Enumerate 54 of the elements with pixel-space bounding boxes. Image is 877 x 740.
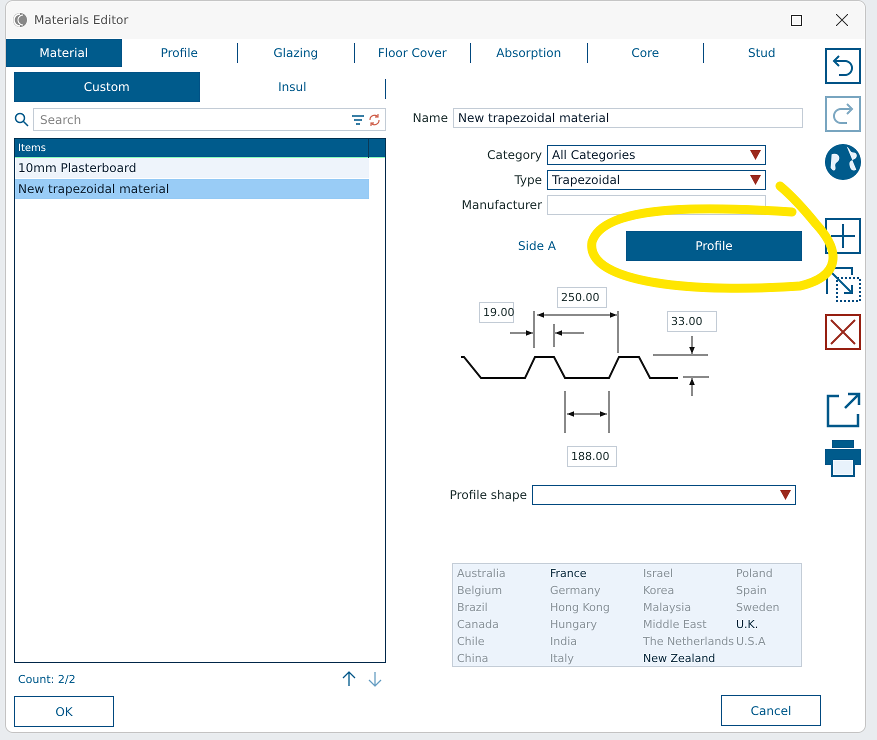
list-item[interactable]: New trapezoidal material: [15, 179, 369, 200]
dimension-field[interactable]: 19.00: [479, 302, 514, 323]
cancel-button[interactable]: Cancel: [721, 695, 821, 726]
toolbar-button[interactable]: [824, 391, 862, 429]
redo-icon: [825, 96, 861, 132]
field-label: Manufacturer: [460, 198, 543, 212]
toolbar-button[interactable]: [824, 265, 862, 303]
search-field[interactable]: Search: [33, 108, 386, 131]
refresh-icon[interactable]: [368, 114, 381, 126]
search-icon: [14, 112, 29, 127]
dimension-field[interactable]: 188.00: [567, 446, 617, 467]
type-dropdown[interactable]: Trapezoidal: [547, 170, 766, 190]
field-label: Profile shape: [448, 488, 528, 502]
country-option[interactable]: U.K.: [736, 616, 797, 633]
resize-icon: [824, 265, 862, 303]
external-link-icon: [825, 392, 861, 428]
field-label: Category: [486, 148, 543, 162]
move-down-icon[interactable]: [368, 671, 382, 687]
filter-icon[interactable]: [352, 114, 364, 124]
window-title: Materials Editor: [34, 13, 130, 27]
dropdown-caret-icon: [780, 490, 791, 500]
toolbar-button[interactable]: [824, 439, 862, 477]
field-label: Type: [513, 173, 543, 187]
side-label: Side A: [517, 239, 556, 253]
ok-button[interactable]: OK: [14, 696, 114, 727]
dimension-field[interactable]: 33.00: [667, 311, 717, 332]
list-item[interactable]: 10mm Plasterboard: [15, 158, 369, 179]
delete-icon: [825, 314, 861, 350]
dropdown-caret-icon: [750, 150, 761, 160]
app-logo-icon: [12, 12, 28, 28]
maximize-icon: [790, 14, 802, 26]
toolbar-button[interactable]: [824, 143, 862, 181]
toolbar-button[interactable]: [824, 47, 862, 85]
field-label: Name: [412, 111, 449, 125]
subtab[interactable]: Custom: [14, 72, 200, 102]
globe-icon: [824, 142, 862, 182]
profile-shape-dropdown[interactable]: [532, 485, 796, 505]
dropdown-caret-icon: [750, 175, 761, 185]
category-dropdown[interactable]: All Categories: [547, 145, 766, 165]
name-field[interactable]: New trapezoidal material: [453, 108, 803, 128]
toolbar-button[interactable]: [824, 313, 862, 351]
toolbar-button[interactable]: [824, 217, 862, 255]
tab[interactable]: Material: [6, 39, 122, 67]
dimension-field[interactable]: 250.00: [557, 287, 607, 308]
print-icon: [824, 439, 862, 477]
country-option[interactable]: New Zealand: [643, 650, 736, 667]
item-count: Count: 2/2: [18, 672, 77, 686]
undo-icon: [825, 48, 861, 84]
country-option[interactable]: France: [550, 565, 643, 582]
profile-button[interactable]: Profile: [626, 231, 802, 261]
add-icon: [825, 218, 861, 254]
manufacturer-field[interactable]: [547, 195, 766, 215]
close-icon: [836, 14, 848, 26]
move-up-icon[interactable]: [342, 671, 356, 687]
